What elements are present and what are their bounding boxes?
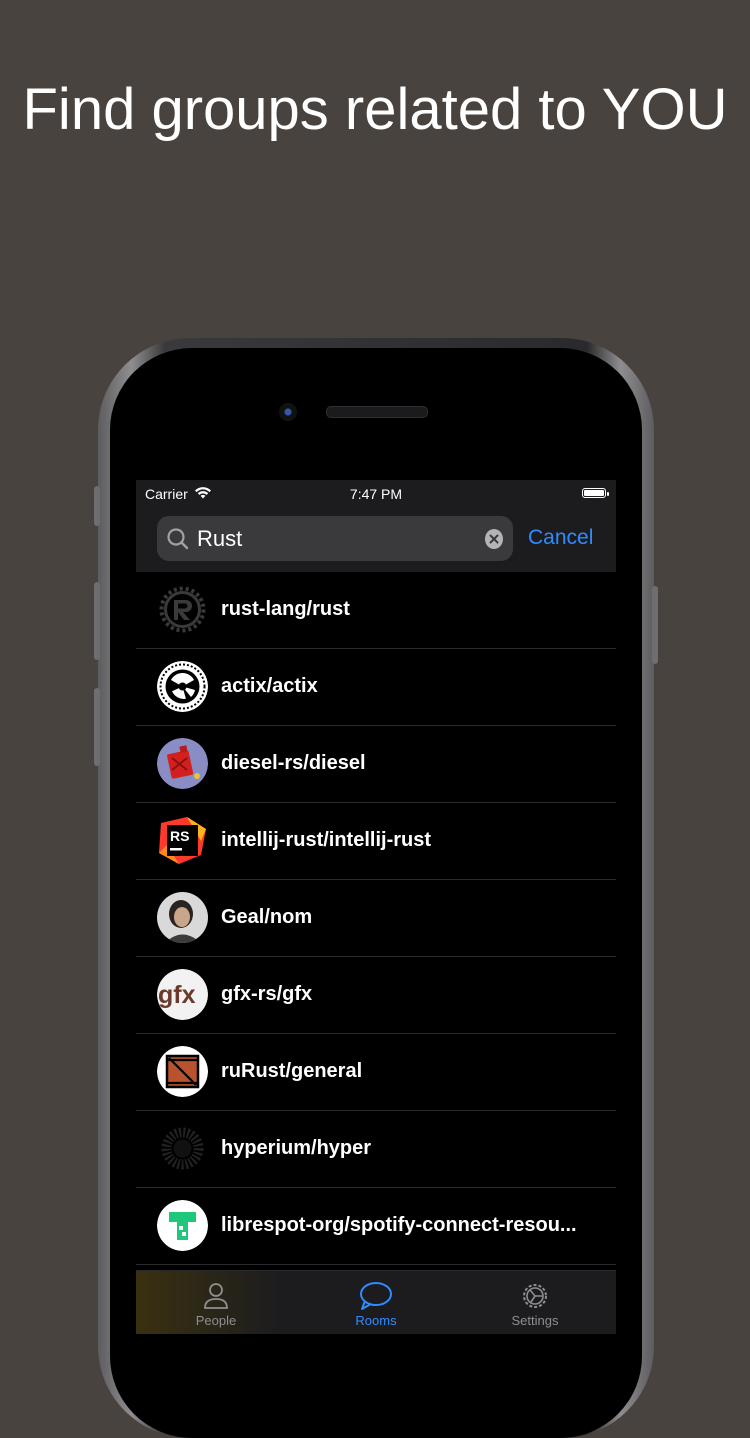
tab-rooms[interactable]: Rooms — [316, 1281, 436, 1328]
user-photo-icon — [157, 892, 208, 943]
rooms-list: rust-lang/rust actix/actix diesel-rs/die… — [136, 572, 616, 1265]
list-item[interactable]: gfx gfx-rs/gfx — [136, 957, 616, 1034]
room-name: intellij-rust/intellij-rust — [221, 829, 432, 851]
room-name: actix/actix — [221, 675, 318, 697]
room-name: Geal/nom — [221, 906, 313, 928]
list-item[interactable]: diesel-rs/diesel — [136, 726, 616, 803]
volume-down-button — [94, 688, 100, 766]
headline: Find groups related to YOU — [22, 77, 728, 142]
search-bar: Cancel — [136, 508, 616, 572]
mute-switch — [94, 486, 100, 526]
list-item[interactable]: rust-lang/rust — [136, 572, 616, 649]
cancel-button[interactable]: Cancel — [528, 526, 593, 550]
room-name: librespot-org/spotify-connect-resou... — [221, 1214, 577, 1236]
earpiece-speaker — [326, 406, 428, 418]
gear-icon — [475, 1281, 595, 1311]
tab-bar: People Rooms Settings — [136, 1270, 616, 1334]
search-input[interactable] — [197, 525, 485, 552]
tab-people[interactable]: People — [156, 1281, 276, 1328]
clear-search-icon[interactable] — [485, 528, 503, 549]
crate-logo-icon — [157, 1046, 208, 1097]
diesel-fuel-can-logo-icon — [157, 738, 208, 789]
svg-text:gfx: gfx — [158, 981, 196, 1009]
list-item[interactable]: Geal/nom — [136, 880, 616, 957]
librespot-logo-icon — [157, 1200, 208, 1251]
intellij-rs-logo-icon: RS — [157, 815, 208, 866]
volume-up-button — [94, 582, 100, 660]
search-field[interactable] — [157, 516, 513, 561]
list-item[interactable]: ruRust/general — [136, 1034, 616, 1111]
power-button — [652, 586, 658, 664]
tab-label: People — [195, 1313, 237, 1328]
list-item[interactable]: RS intellij-rust/intellij-rust — [136, 803, 616, 880]
list-item[interactable]: hyperium/hyper — [136, 1111, 616, 1188]
list-item[interactable]: actix/actix — [136, 649, 616, 726]
front-camera — [279, 403, 297, 421]
actix-logo-icon — [157, 661, 208, 712]
room-name: diesel-rs/diesel — [221, 752, 366, 774]
status-time: 7:47 PM — [349, 486, 403, 502]
status-bar: Carrier 7:47 PM — [136, 480, 616, 508]
rust-logo-icon — [157, 584, 208, 635]
room-name: ruRust/general — [221, 1060, 363, 1082]
svg-text:RS: RS — [170, 828, 189, 844]
room-name: rust-lang/rust — [221, 598, 350, 620]
room-name: gfx-rs/gfx — [221, 983, 313, 1005]
gfx-logo-icon: gfx — [157, 969, 208, 1020]
person-icon — [156, 1281, 276, 1311]
tab-label: Rooms — [355, 1313, 397, 1328]
battery-icon — [582, 488, 609, 498]
chat-bubble-icon — [316, 1281, 436, 1311]
list-item[interactable]: librespot-org/spotify-connect-resou... — [136, 1188, 616, 1265]
tab-settings[interactable]: Settings — [475, 1281, 595, 1328]
search-icon — [165, 526, 191, 552]
app-screen: Carrier 7:47 PM Rust Cancel rust-lang/ru… — [136, 480, 616, 1334]
tab-label: Settings — [511, 1313, 559, 1328]
room-name: hyperium/hyper — [221, 1137, 372, 1159]
hyper-logo-icon — [157, 1123, 208, 1174]
